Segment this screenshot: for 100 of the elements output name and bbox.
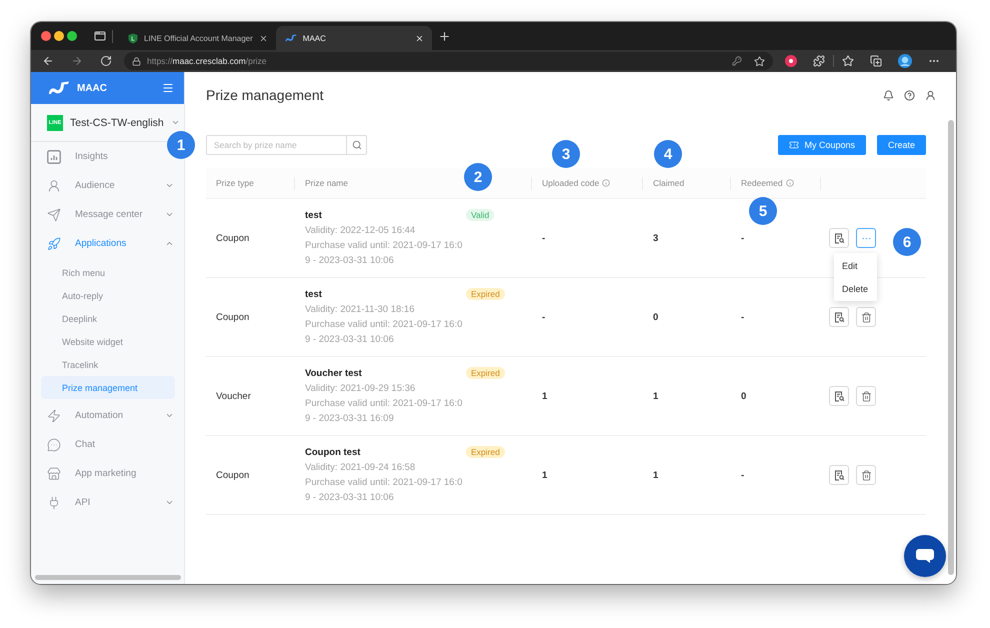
column-header: Uploaded code xyxy=(542,178,600,188)
favorites-icon[interactable] xyxy=(842,55,854,67)
nav-subitem[interactable]: Deeplink xyxy=(41,307,175,330)
prize-name: Coupon test xyxy=(305,446,362,460)
search-field[interactable]: Search by prize name xyxy=(206,135,347,155)
nav-item[interactable]: Automation xyxy=(31,401,184,430)
status-tag: Expired xyxy=(466,288,505,300)
close-icon[interactable] xyxy=(258,34,268,42)
back-icon[interactable] xyxy=(42,55,54,67)
brand-name: MAAC xyxy=(77,82,107,94)
search-icon xyxy=(352,140,362,150)
nav-item[interactable]: App marketing xyxy=(31,459,146,488)
menu-button[interactable] xyxy=(162,82,174,94)
chat-bubble-icon xyxy=(915,548,935,564)
purchase-period-text: Purchase valid until: 2021-09-17 16:09 - 2023-03-31 10:06 xyxy=(305,318,464,347)
table-cell: Voucher xyxy=(216,390,251,402)
validity-text: Validity: 2021-09-24 16:58 xyxy=(305,461,416,475)
validity-text: Validity: 2022-12-05 16:44 xyxy=(305,224,416,238)
caret-icon xyxy=(170,118,180,127)
logo-icon xyxy=(284,34,297,42)
info-icon[interactable] xyxy=(602,179,610,187)
puzzle-icon[interactable] xyxy=(813,55,825,67)
table-cell: 1 xyxy=(542,470,548,480)
report-icon xyxy=(834,470,844,480)
forward-icon[interactable] xyxy=(71,55,83,67)
address-field[interactable]: https://maac.cresclab.com/prize xyxy=(124,52,773,70)
rocket-icon xyxy=(47,236,61,250)
report-icon xyxy=(834,232,844,244)
nav-subitem[interactable]: Rich menu xyxy=(41,261,175,284)
table-cell: - xyxy=(741,232,744,244)
nav-subitem[interactable]: Prize management xyxy=(41,376,175,399)
window-zoom-button[interactable] xyxy=(67,31,77,41)
trash-icon xyxy=(860,390,872,402)
report-icon xyxy=(834,390,844,402)
report-button[interactable] xyxy=(829,386,849,406)
logo-icon xyxy=(48,81,70,95)
reload-icon[interactable] xyxy=(100,55,112,67)
action-button[interactable]: Create xyxy=(876,135,926,155)
extension-icon[interactable] xyxy=(785,55,797,67)
lock-icon xyxy=(132,56,141,66)
table-cell: 0 xyxy=(653,312,658,322)
trash-icon xyxy=(860,312,872,322)
store-icon xyxy=(47,466,61,480)
nav-item[interactable]: Insights xyxy=(31,142,118,171)
nav-item[interactable]: Chat xyxy=(31,430,106,459)
ticket-icon xyxy=(789,140,800,150)
delete-button[interactable] xyxy=(856,386,876,406)
tab-actions-icon[interactable] xyxy=(94,30,106,42)
chart-icon xyxy=(47,150,61,164)
search-button[interactable] xyxy=(347,135,367,155)
report-button[interactable] xyxy=(829,228,849,248)
info-icon[interactable] xyxy=(786,179,794,187)
table-cell: - xyxy=(741,312,744,322)
help-icon[interactable] xyxy=(904,90,915,100)
nav-item[interactable]: Message center xyxy=(31,200,184,229)
purchase-period-text: Purchase valid until: 2021-09-17 16:09 - 2023-03-31 10:06 xyxy=(305,476,464,505)
chat-button[interactable] xyxy=(904,535,946,577)
nav-item[interactable]: Applications xyxy=(31,229,184,258)
nav-item[interactable]: Audience xyxy=(31,171,184,200)
delete-button[interactable] xyxy=(856,465,876,485)
browser-tab[interactable]: LINE Official Account Manager xyxy=(119,26,276,50)
key-icon[interactable] xyxy=(732,56,742,66)
star-icon[interactable] xyxy=(754,56,765,66)
action-button[interactable]: My Coupons xyxy=(778,135,866,155)
table-cell: 1 xyxy=(653,390,658,402)
nav-subitem[interactable]: Website widget xyxy=(41,330,175,353)
nav-subitem[interactable]: Tracelink xyxy=(41,353,175,376)
bell-icon[interactable] xyxy=(883,90,894,100)
nav-item[interactable]: API xyxy=(31,488,184,517)
trash-icon xyxy=(860,470,872,480)
table-cell: Coupon xyxy=(216,470,250,480)
column-header: Claimed xyxy=(653,178,684,188)
user-icon[interactable] xyxy=(925,90,936,100)
report-icon xyxy=(834,312,844,322)
menu-item[interactable]: Delete xyxy=(834,277,878,300)
column-header: Prize name xyxy=(305,178,348,188)
more-button[interactable] xyxy=(856,228,876,248)
table-cell: 3 xyxy=(653,232,658,244)
scrollbar[interactable] xyxy=(35,575,181,580)
table-cell: 1 xyxy=(542,390,548,402)
person-icon xyxy=(47,178,61,192)
close-icon[interactable] xyxy=(414,34,424,42)
delete-button[interactable] xyxy=(856,307,876,327)
lightning-icon xyxy=(47,408,61,422)
report-button[interactable] xyxy=(829,307,849,327)
report-button[interactable] xyxy=(829,465,849,485)
avatar-icon[interactable] xyxy=(898,54,912,68)
browser-tab[interactable]: MAAC xyxy=(276,26,432,50)
menu-icon xyxy=(162,82,174,94)
scrollbar[interactable] xyxy=(948,120,954,575)
purchase-period-text: Purchase valid until: 2021-09-17 16:09 - 2023-03-31 16:09 xyxy=(305,397,464,426)
menu-item[interactable]: Edit xyxy=(834,254,878,277)
table-cell: - xyxy=(542,312,546,322)
prize-name: Voucher test xyxy=(305,367,363,381)
collections-icon[interactable] xyxy=(870,55,882,67)
window-close-button[interactable] xyxy=(41,31,51,41)
status-tag: Expired xyxy=(466,367,505,379)
new-tab-icon[interactable] xyxy=(438,30,451,42)
nav-subitem[interactable]: Auto-reply xyxy=(41,284,175,307)
window-minimize-button[interactable] xyxy=(54,31,64,41)
